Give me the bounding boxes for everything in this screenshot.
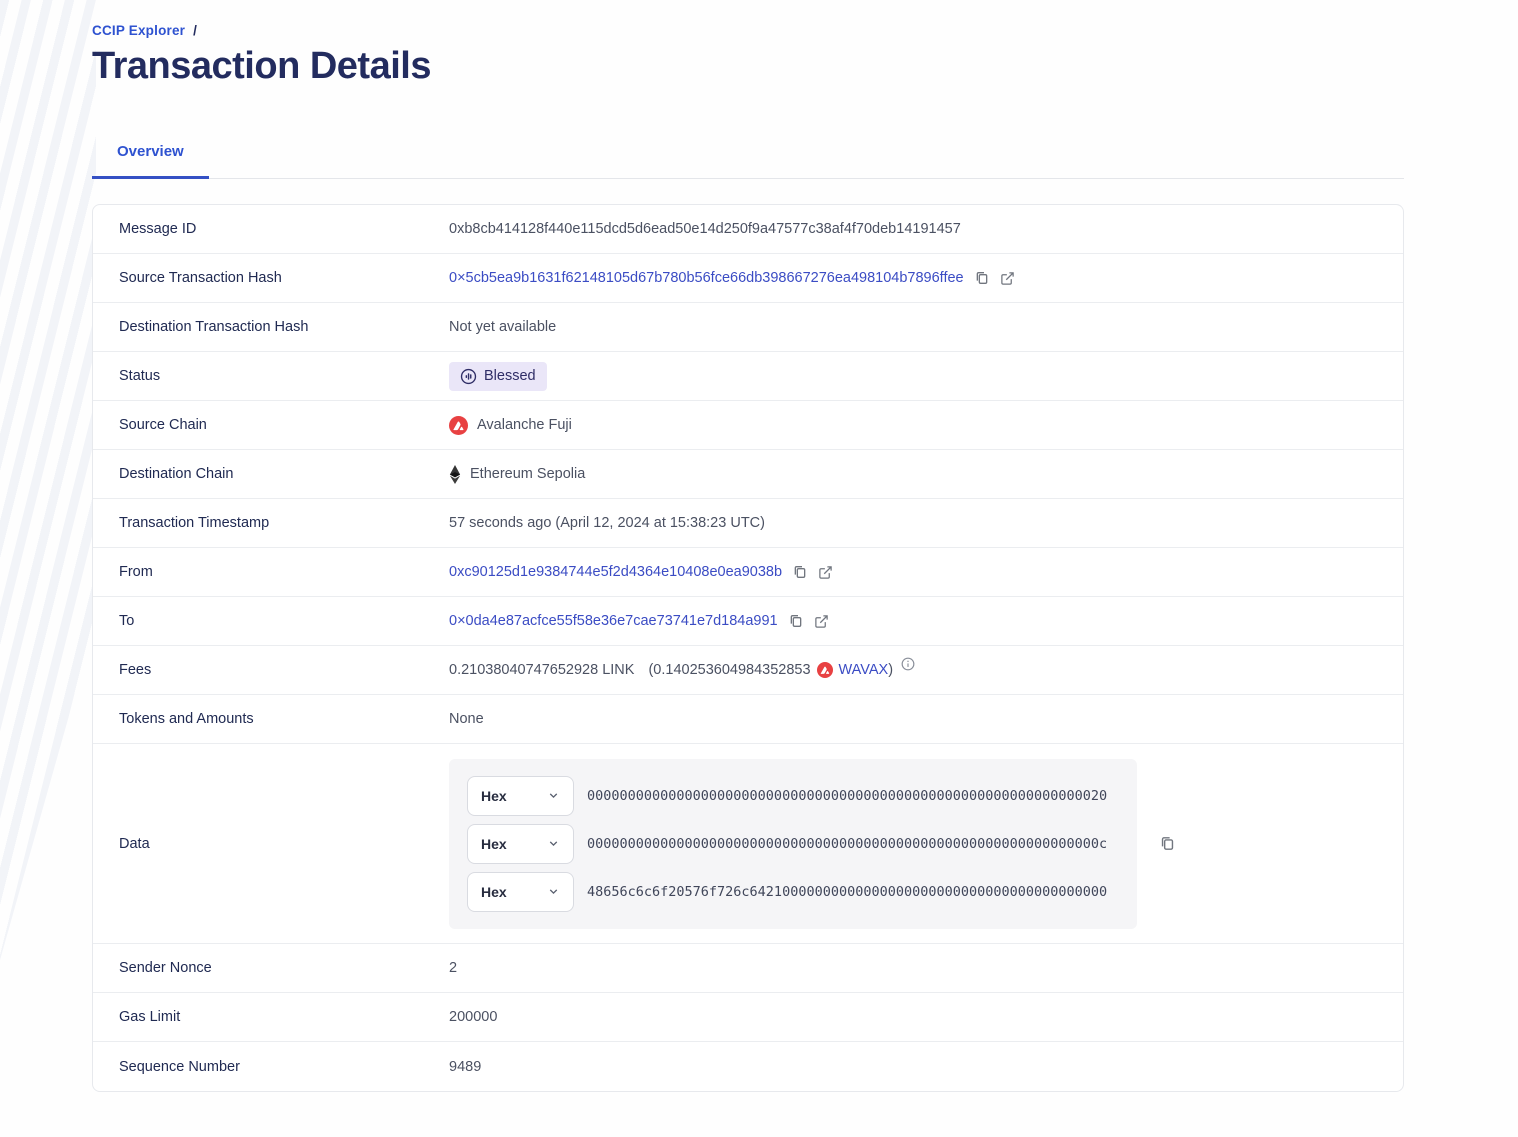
- timestamp-label: Transaction Timestamp: [119, 515, 449, 531]
- hex-format-dropdown[interactable]: Hex: [467, 824, 574, 864]
- row-sequence-number: Sequence Number 9489: [93, 1042, 1403, 1091]
- transaction-details-card: Message ID 0xb8cb414128f440e115dcd5d6ead…: [92, 204, 1404, 1092]
- dest-chain-value: Ethereum Sepolia: [470, 466, 585, 482]
- from-address-link[interactable]: 0xc90125d1e9384744e5f2d4364e10408e0ea903…: [449, 564, 782, 580]
- page-title: Transaction Details: [92, 45, 1404, 88]
- row-message-id: Message ID 0xb8cb414128f440e115dcd5d6ead…: [93, 205, 1403, 254]
- tokens-amounts-value: None: [449, 711, 484, 727]
- breadcrumb: CCIP Explorer /: [92, 23, 1404, 38]
- wavax-link[interactable]: WAVAX: [839, 662, 889, 678]
- sender-nonce-value: 2: [449, 960, 457, 976]
- row-data: Data Hex 0000000000000000000000000000000…: [93, 744, 1403, 944]
- row-gas-limit: Gas Limit 200000: [93, 993, 1403, 1042]
- fees-wavax-amount: (0.140253604984352853: [648, 662, 810, 678]
- copy-icon[interactable]: [788, 613, 804, 629]
- dest-tx-hash-label: Destination Transaction Hash: [119, 319, 449, 335]
- hex-format-dropdown[interactable]: Hex: [467, 776, 574, 816]
- source-chain-label: Source Chain: [119, 417, 449, 433]
- chevron-down-icon: [547, 789, 560, 802]
- hex-format-label: Hex: [481, 788, 507, 804]
- message-id-value: 0xb8cb414128f440e115dcd5d6ead50e14d250f9…: [449, 221, 961, 237]
- breadcrumb-separator: /: [193, 23, 197, 38]
- dest-chain-label: Destination Chain: [119, 466, 449, 482]
- status-badge: Blessed: [449, 362, 547, 391]
- row-dest-chain: Destination Chain Ethereum Sepolia: [93, 450, 1403, 499]
- ethereum-icon: [449, 465, 461, 484]
- fees-link-amount: 0.21038040747652928 LINK: [449, 662, 634, 678]
- data-label: Data: [119, 836, 449, 852]
- source-tx-hash-link[interactable]: 0×5cb5ea9b1631f62148105d67b780b56fce66db…: [449, 270, 964, 286]
- external-link-icon[interactable]: [818, 565, 833, 580]
- fees-paren-close: ): [888, 662, 893, 678]
- to-label: To: [119, 613, 449, 629]
- hex-data-value: 0000000000000000000000000000000000000000…: [587, 788, 1107, 804]
- sender-nonce-label: Sender Nonce: [119, 960, 449, 976]
- row-timestamp: Transaction Timestamp 57 seconds ago (Ap…: [93, 499, 1403, 548]
- from-label: From: [119, 564, 449, 580]
- chevron-down-icon: [547, 885, 560, 898]
- status-label: Status: [119, 368, 449, 384]
- tab-bar: Overview: [92, 133, 1404, 179]
- blessed-signal-icon: [460, 368, 477, 385]
- hex-format-label: Hex: [481, 884, 507, 900]
- row-to: To 0×0da4e87acfce55f58e36e7cae73741e7d18…: [93, 597, 1403, 646]
- page-container: CCIP Explorer / Transaction Details Over…: [92, 0, 1404, 1092]
- hex-line: Hex 48656c6c6f20576f726c6421000000000000…: [467, 872, 1119, 912]
- row-source-tx-hash: Source Transaction Hash 0×5cb5ea9b1631f6…: [93, 254, 1403, 303]
- hex-line: Hex 000000000000000000000000000000000000…: [467, 824, 1119, 864]
- copy-icon[interactable]: [792, 564, 808, 580]
- row-dest-tx-hash: Destination Transaction Hash Not yet ava…: [93, 303, 1403, 352]
- dest-tx-hash-value: Not yet available: [449, 319, 556, 335]
- message-id-label: Message ID: [119, 221, 449, 237]
- external-link-icon[interactable]: [814, 614, 829, 629]
- fees-label: Fees: [119, 662, 449, 678]
- decorative-stripes: [0, 0, 96, 1000]
- gas-limit-label: Gas Limit: [119, 1009, 449, 1025]
- row-tokens-amounts: Tokens and Amounts None: [93, 695, 1403, 744]
- sequence-number-label: Sequence Number: [119, 1059, 449, 1075]
- breadcrumb-ccip-explorer-link[interactable]: CCIP Explorer: [92, 23, 185, 38]
- hex-data-value: 48656c6c6f20576f726c64210000000000000000…: [587, 884, 1107, 900]
- source-tx-hash-label: Source Transaction Hash: [119, 270, 449, 286]
- row-source-chain: Source Chain Avalanche Fuji: [93, 401, 1403, 450]
- timestamp-value: 57 seconds ago (April 12, 2024 at 15:38:…: [449, 515, 765, 531]
- hex-line: Hex 000000000000000000000000000000000000…: [467, 776, 1119, 816]
- info-icon[interactable]: [901, 657, 915, 671]
- copy-icon[interactable]: [1159, 835, 1176, 852]
- status-badge-text: Blessed: [484, 368, 536, 384]
- copy-icon[interactable]: [974, 270, 990, 286]
- hex-format-label: Hex: [481, 836, 507, 852]
- to-address-link[interactable]: 0×0da4e87acfce55f58e36e7cae73741e7d184a9…: [449, 613, 778, 629]
- hex-format-dropdown[interactable]: Hex: [467, 872, 574, 912]
- row-status: Status Blessed: [93, 352, 1403, 401]
- data-hex-block: Hex 000000000000000000000000000000000000…: [449, 759, 1137, 929]
- external-link-icon[interactable]: [1000, 271, 1015, 286]
- source-chain-value: Avalanche Fuji: [477, 417, 572, 433]
- tab-overview[interactable]: Overview: [92, 133, 209, 179]
- row-from: From 0xc90125d1e9384744e5f2d4364e10408e0…: [93, 548, 1403, 597]
- gas-limit-value: 200000: [449, 1009, 497, 1025]
- hex-data-value: 0000000000000000000000000000000000000000…: [587, 836, 1107, 852]
- tokens-amounts-label: Tokens and Amounts: [119, 711, 449, 727]
- avalanche-icon: [449, 416, 468, 435]
- avalanche-icon: [817, 662, 833, 678]
- row-fees: Fees 0.21038040747652928 LINK (0.1402536…: [93, 646, 1403, 695]
- row-sender-nonce: Sender Nonce 2: [93, 944, 1403, 993]
- sequence-number-value: 9489: [449, 1059, 481, 1075]
- chevron-down-icon: [547, 837, 560, 850]
